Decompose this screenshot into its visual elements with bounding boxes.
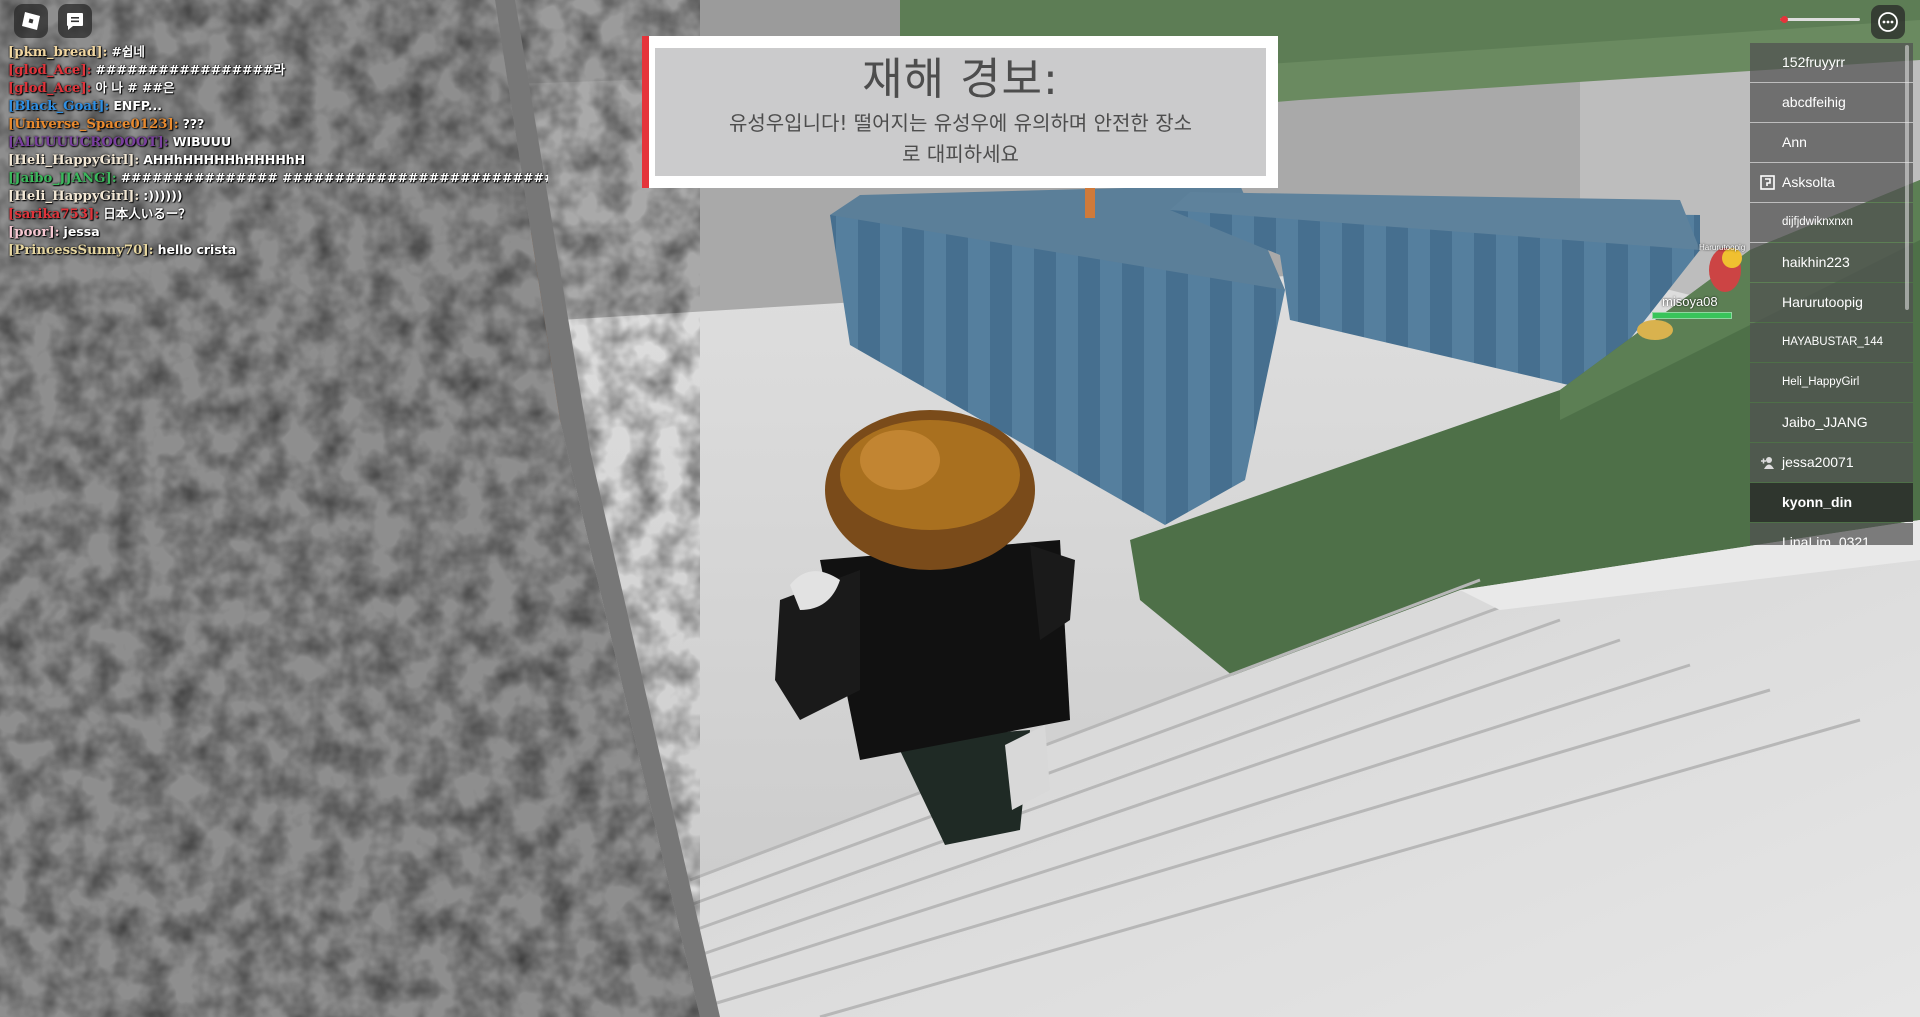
chat-message: [Black_Goat]: ENFP...: [8, 97, 548, 115]
volume-slider[interactable]: [1780, 16, 1860, 23]
player-health-bar: [1652, 312, 1732, 319]
chat-message: [sarika753]: 日本人いるー？: [8, 205, 548, 223]
player-row[interactable]: Harurutoopig: [1750, 283, 1913, 322]
roblox-logo-icon: [22, 12, 40, 30]
player-name: LinaLim_0321: [1782, 534, 1870, 545]
player-name: Ann: [1782, 134, 1807, 150]
player-list[interactable]: 152fruyyrr abcdfeihig Ann Asksolta dijfjdwik…: [1750, 43, 1913, 545]
player-name: Harurutoopig: [1782, 294, 1863, 310]
chat-text: ENFP...: [113, 98, 162, 113]
player-row[interactable]: 152fruyyrr: [1750, 43, 1913, 82]
player-row[interactable]: dijfjdwiknxnxn: [1750, 203, 1913, 242]
chat-message: [PrincessSunny70]: hello crista: [8, 241, 548, 259]
chat-message: [pkm_bread]: #쉽네: [8, 43, 548, 61]
player-row[interactable]: jessa20071: [1750, 443, 1913, 482]
chat-sender[interactable]: [glod_Ace]:: [8, 63, 92, 78]
chat-sender[interactable]: [sarika753]:: [8, 207, 99, 222]
player-nametag: Harurutoopig: [1699, 243, 1746, 252]
chat-bubble-icon: [67, 13, 83, 30]
player-name: jessa20071: [1782, 454, 1854, 470]
player-name: abcdfeihig: [1782, 94, 1846, 110]
alert-panel: 재해 경보: 유성우입니다! 떨어지는 유성우에 유의하며 안전한 장소로 대피…: [655, 48, 1266, 176]
chat-text: ???: [182, 116, 205, 131]
chat-message: [Heli_HappyGirl]: AHHhHHHHHhHHHHhH: [8, 151, 548, 169]
chat-sender[interactable]: [glod_Ace]:: [8, 81, 92, 96]
chat-message: [Universe_Space0123]:???: [8, 115, 548, 133]
chat-message: [ALUUUUCROOOOT]: WIBUUU: [8, 133, 548, 151]
chat-text: #쉽네: [111, 44, 145, 59]
chat-window: [pkm_bread]: #쉽네 [glod_Ace]: ##############…: [8, 43, 548, 259]
player-name: 152fruyyrr: [1782, 54, 1846, 70]
chat-text: jessa: [63, 224, 100, 239]
chat-text: 日本人いるー？: [103, 206, 191, 221]
player-list-scrollbar[interactable]: [1905, 45, 1909, 310]
chat-sender[interactable]: [Black_Goat]:: [8, 99, 109, 114]
player-row[interactable]: Ann: [1750, 123, 1913, 162]
alert-message: 유성우입니다! 떨어지는 유성우에 유의하며 안전한 장소로 대피하세요: [728, 111, 1192, 166]
chat-message: [glod_Ace]: 아 나 # ##은: [8, 79, 548, 97]
chat-sender[interactable]: [Jaibo_JJANG]:: [8, 171, 117, 186]
chat-sender[interactable]: [Heli_HappyGirl]:: [8, 153, 139, 168]
chat-text: WIBUUU: [172, 134, 232, 149]
disaster-alert-banner: 재해 경보: 유성우입니다! 떨어지는 유성우에 유의하며 안전한 장소로 대피…: [642, 36, 1278, 188]
chat-text: AHHhHHHHHhHHHHhH: [143, 152, 306, 167]
chat-text: hello crista: [157, 242, 237, 257]
health-fill: [1653, 313, 1731, 318]
player-name: Asksolta: [1782, 174, 1835, 190]
player-row[interactable]: haikhin223: [1750, 243, 1913, 282]
chat-message: [Jaibo_JJANG]: ############### ##########…: [8, 169, 548, 187]
player-row[interactable]: Asksolta: [1750, 163, 1913, 202]
chat-sender[interactable]: [poor]:: [8, 225, 60, 240]
player-nametag: misoya08: [1662, 294, 1718, 309]
chat-text: ############### ########################…: [120, 170, 548, 185]
chat-sender[interactable]: [PrincessSunny70]:: [8, 243, 154, 258]
player-name: Heli_HappyGirl: [1782, 376, 1860, 388]
premium-icon: [1760, 175, 1775, 190]
player-name: haikhin223: [1782, 254, 1850, 270]
player-row[interactable]: HAYABUSTAR_144: [1750, 323, 1913, 362]
player-name: HAYABUSTAR_144: [1782, 336, 1883, 348]
more-options-button[interactable]: [1871, 5, 1905, 39]
player-row[interactable]: abcdfeihig: [1750, 83, 1913, 122]
volume-knob[interactable]: [1781, 16, 1788, 23]
add-friend-icon: [1760, 455, 1775, 470]
chat-message: [poor]: jessa: [8, 223, 548, 241]
chat-text: 아 나 # ##은: [95, 80, 175, 95]
player-name: dijfjdwiknxnxn: [1782, 216, 1853, 228]
chat-text: :)))))): [143, 188, 183, 203]
chat-message: [glod_Ace]: #################라: [8, 61, 548, 79]
more-options-icon: [1878, 12, 1898, 32]
alert-title: 재해 경보:: [862, 54, 1059, 105]
chat-sender[interactable]: [Universe_Space0123]:: [8, 117, 179, 132]
player-name: Jaibo_JJANG: [1782, 414, 1868, 430]
chat-sender[interactable]: [ALUUUUCROOOOT]:: [8, 135, 169, 150]
chat-text: #################라: [95, 62, 286, 77]
roblox-menu-button[interactable]: [14, 4, 48, 38]
player-row[interactable]: kyonn_din: [1750, 483, 1913, 522]
chat-message: [Heli_HappyGirl]::)))))): [8, 187, 548, 205]
chat-sender[interactable]: [pkm_bread]:: [8, 45, 107, 60]
player-row[interactable]: LinaLim_0321: [1750, 523, 1913, 545]
player-row[interactable]: Heli_HappyGirl: [1750, 363, 1913, 402]
chat-sender[interactable]: [Heli_HappyGirl]:: [8, 189, 139, 204]
chat-toggle-button[interactable]: [58, 4, 92, 38]
player-row[interactable]: Jaibo_JJANG: [1750, 403, 1913, 442]
player-name: kyonn_din: [1782, 494, 1853, 510]
